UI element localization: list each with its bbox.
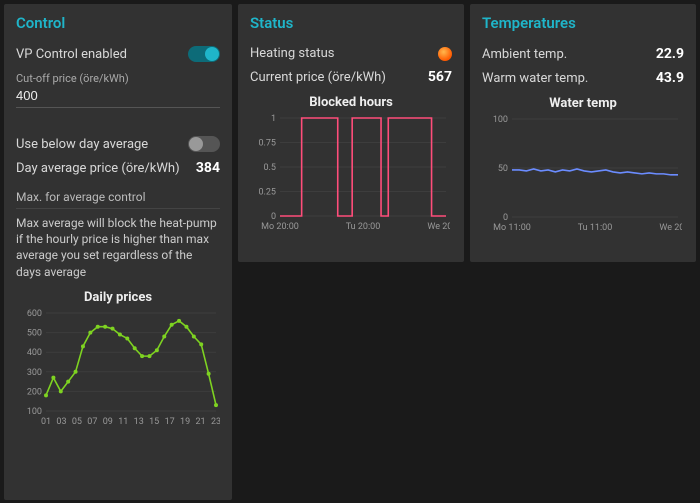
vp-control-label: VP Control enabled	[16, 47, 127, 62]
svg-text:21: 21	[195, 417, 205, 427]
heating-status-indicator	[438, 47, 452, 61]
blocked-hours-title: Blocked hours	[250, 95, 452, 110]
current-price-value: 567	[428, 69, 452, 85]
water-temp-title: Water temp	[482, 96, 684, 111]
svg-text:07: 07	[87, 417, 97, 427]
daily-prices-chart: 100 200 300 400 500 600 01 03 05 07 09 11 13 15 17 19 21…	[16, 307, 220, 427]
day-avg-value: 384	[196, 160, 220, 176]
svg-text:100: 100	[493, 115, 508, 125]
svg-text:13: 13	[134, 417, 144, 427]
svg-text:300: 300	[27, 368, 42, 378]
svg-text:03: 03	[56, 417, 66, 427]
max-avg-header: Max. for average control	[16, 190, 220, 209]
status-title: Status	[250, 14, 452, 32]
temperatures-title: Temperatures	[482, 14, 684, 32]
svg-text:01: 01	[41, 417, 51, 427]
svg-text:Tu 11:00: Tu 11:00	[578, 223, 613, 233]
ambient-temp-value: 22.9	[656, 46, 684, 62]
svg-text:0: 0	[271, 212, 276, 222]
svg-text:We 20:00: We 20:00	[659, 223, 682, 233]
svg-text:09: 09	[103, 417, 113, 427]
daily-prices-title: Daily prices	[16, 290, 220, 305]
svg-text:0.75: 0.75	[258, 139, 276, 149]
svg-text:600: 600	[27, 309, 42, 319]
svg-text:50: 50	[498, 164, 508, 174]
svg-text:15: 15	[149, 417, 159, 427]
svg-text:Mo 20:00: Mo 20:00	[261, 222, 299, 232]
svg-text:11: 11	[118, 417, 128, 427]
cutoff-label: Cut-off price (öre/kWh)	[16, 72, 220, 85]
status-panel: Status Heating status Current price (öre…	[238, 4, 464, 262]
use-below-label: Use below day average	[16, 137, 148, 152]
max-avg-help: Max average will block the heat-pump if …	[16, 215, 220, 280]
vp-control-toggle[interactable]	[188, 46, 220, 62]
control-title: Control	[16, 14, 220, 32]
svg-text:05: 05	[72, 417, 82, 427]
svg-text:200: 200	[27, 387, 42, 397]
day-avg-label: Day average price (öre/kWh)	[16, 161, 180, 176]
svg-text:19: 19	[180, 417, 190, 427]
svg-text:500: 500	[27, 328, 42, 338]
svg-text:Mo 11:00: Mo 11:00	[493, 223, 531, 233]
warm-water-label: Warm water temp.	[482, 71, 588, 86]
svg-text:0.5: 0.5	[264, 163, 277, 173]
cutoff-input[interactable]	[16, 85, 220, 108]
water-temp-chart: 0 50 100 Mo 11:00 Tu 11:00 We 20:00	[482, 113, 682, 233]
blocked-hours-chart: 0 0.25 0.5 0.75 1 Mo 20:00 Tu 20:00 We 20:00	[250, 112, 450, 232]
svg-text:100: 100	[27, 407, 42, 417]
current-price-label: Current price (öre/kWh)	[250, 70, 386, 85]
svg-text:1: 1	[271, 114, 276, 124]
svg-text:400: 400	[27, 348, 42, 358]
temperatures-panel: Temperatures Ambient temp. 22.9 Warm wat…	[470, 4, 696, 262]
svg-text:23: 23	[211, 417, 220, 427]
svg-text:0: 0	[503, 213, 508, 223]
use-below-toggle[interactable]	[188, 136, 220, 152]
warm-water-value: 43.9	[656, 70, 684, 86]
svg-text:We 20:00: We 20:00	[427, 222, 450, 232]
control-panel: Control VP Control enabled Cut-off price…	[4, 4, 232, 500]
svg-text:Tu 20:00: Tu 20:00	[346, 222, 381, 232]
heating-status-label: Heating status	[250, 46, 335, 61]
svg-text:17: 17	[165, 417, 175, 427]
svg-text:0.25: 0.25	[258, 188, 276, 198]
ambient-temp-label: Ambient temp.	[482, 47, 567, 62]
